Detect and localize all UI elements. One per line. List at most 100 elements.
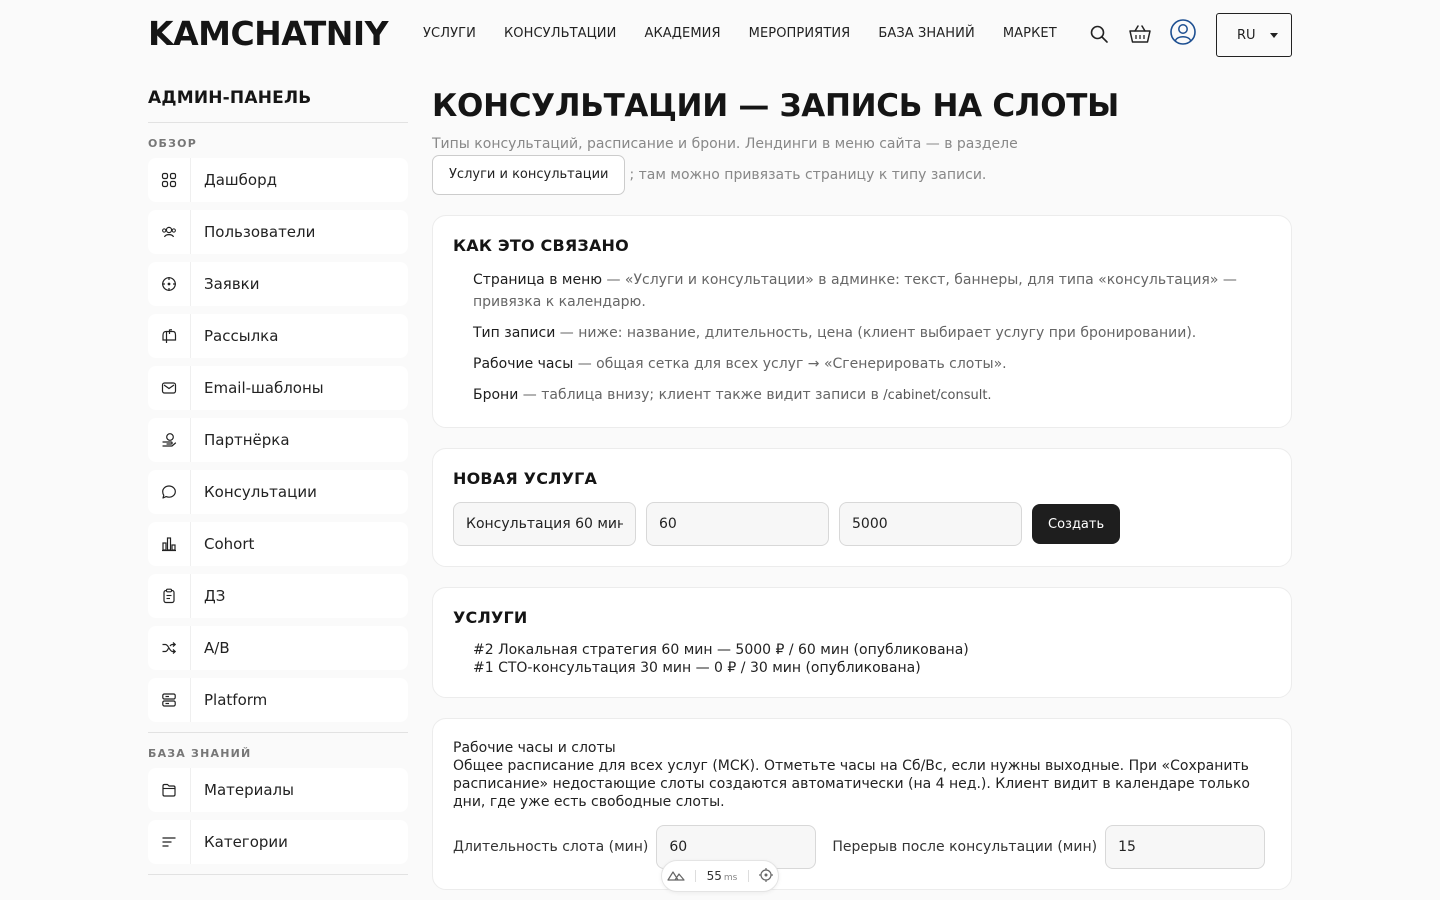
- how-text: — ниже: название, длительность, цена (кл…: [555, 325, 1197, 341]
- sidebar-item-label: Platform: [204, 691, 268, 709]
- target-icon: [148, 262, 191, 306]
- how-item: Тип записи — ниже: название, длительност…: [473, 322, 1271, 344]
- intro-line-2: Услуги и консультации ; там можно привяз…: [432, 155, 1292, 195]
- service-price-input[interactable]: [839, 502, 1022, 546]
- cabinet-consult-path: /cabinet/consult.: [883, 388, 992, 403]
- sidebar-item-consultations[interactable]: Консультации: [148, 470, 408, 514]
- intro-line: Типы консультаций, расписание и брони. Л…: [432, 136, 1018, 152]
- render-time-unit: ms: [723, 873, 738, 883]
- coins-icon: [148, 418, 191, 462]
- sidebar-item-users[interactable]: Пользователи: [148, 210, 408, 254]
- sidebar-item-label: A/B: [204, 639, 230, 657]
- how-text: — таблица внизу; клиент также видит запи…: [518, 387, 884, 403]
- service-duration-input[interactable]: [646, 502, 829, 546]
- how-item: Страница в меню — «Услуги и консультации…: [473, 269, 1271, 313]
- sidebar-item-label: Материалы: [204, 781, 294, 799]
- sidebar-item-affiliate[interactable]: Партнёрка: [148, 418, 408, 462]
- sidebar-item-dashboard[interactable]: Дашборд: [148, 158, 408, 202]
- chat-icon: [148, 470, 191, 514]
- mailbox-icon: [148, 314, 191, 358]
- list-item: #1 СТО-консультация 30 мин — 0 ₽ / 30 ми…: [473, 660, 921, 676]
- render-time-value: 55: [706, 869, 722, 883]
- sidebar-item-requests[interactable]: Заявки: [148, 262, 408, 306]
- sidebar-item-label: Рассылка: [204, 327, 279, 345]
- clipboard-icon: [148, 574, 191, 618]
- nav-consultations[interactable]: КОНСУЛЬТАЦИИ: [504, 26, 617, 41]
- how-list: Страница в меню — «Услуги и консультации…: [453, 269, 1271, 407]
- hours-settings-row: Длительность слота (мин) Перерыв после к…: [453, 825, 1271, 869]
- service-name-input[interactable]: [453, 502, 636, 546]
- crosshair-icon[interactable]: [758, 867, 773, 885]
- how-it-works-card: КАК ЭТО СВЯЗАНО Страница в меню — «Услуг…: [432, 215, 1292, 428]
- sidebar-divider: [148, 732, 408, 733]
- how-item: Рабочие часы — общая сетка для всех услу…: [473, 353, 1271, 375]
- language-value: RU: [1237, 27, 1256, 43]
- sidebar-item-label: ДЗ: [204, 587, 226, 605]
- grid-icon: [148, 158, 191, 202]
- hours-title: Рабочие часы и слоты: [453, 740, 616, 756]
- dev-separator: [747, 870, 749, 882]
- site-header: KAMCHATNIY УСЛУГИ КОНСУЛЬТАЦИИ АКАДЕМИЯ …: [0, 0, 1440, 70]
- envelope-icon: [148, 366, 191, 410]
- shuffle-icon: [148, 626, 191, 670]
- list-item: #2 Локальная стратегия 60 мин — 5000 ₽ /…: [473, 642, 969, 658]
- services-title: УСЛУГИ: [453, 608, 528, 627]
- how-text: — общая сетка для всех услуг → «Сгенерир…: [573, 356, 1007, 372]
- main-content: КОНСУЛЬТАЦИИ — ЗАПИСЬ НА СЛОТЫ Типы конс…: [432, 86, 1292, 890]
- folder-icon: [148, 768, 191, 812]
- sidebar-item-label: Консультации: [204, 483, 317, 501]
- new-service-title: НОВАЯ УСЛУГА: [453, 469, 598, 488]
- sidebar-item-label: Email-шаблоны: [204, 379, 324, 397]
- site-logo[interactable]: KAMCHATNIY: [148, 14, 389, 53]
- new-service-form: Создать: [453, 502, 1271, 546]
- how-term: Страница в меню: [473, 272, 603, 288]
- chevron-down-icon: [1270, 33, 1278, 38]
- sidebar-item-label: Категории: [204, 833, 288, 851]
- sidebar-section-overview: ОБЗОР: [148, 137, 197, 150]
- sidebar-item-materials[interactable]: Материалы: [148, 768, 408, 812]
- intro-tail: ; там можно привязать страницу к типу за…: [629, 167, 987, 183]
- hours-description: Общее расписание для всех услуг (МСК). О…: [453, 758, 1250, 810]
- nav-events[interactable]: МЕРОПРИЯТИЯ: [749, 26, 851, 41]
- services-list: #2 Локальная стратегия 60 мин — 5000 ₽ /…: [453, 641, 1271, 677]
- sidebar-item-label: Заявки: [204, 275, 260, 293]
- nav-market[interactable]: МАРКЕТ: [1003, 26, 1057, 41]
- language-select[interactable]: RU: [1216, 13, 1292, 57]
- break-input[interactable]: [1105, 825, 1266, 869]
- sidebar-item-email-templates[interactable]: Email-шаблоны: [148, 366, 408, 410]
- sidebar-item-homework[interactable]: ДЗ: [148, 574, 408, 618]
- nav-academy[interactable]: АКАДЕМИЯ: [644, 26, 720, 41]
- search-icon[interactable]: [1085, 20, 1113, 48]
- nav-knowledge-base[interactable]: БАЗА ЗНАНИЙ: [878, 26, 975, 41]
- sidebar-item-ab[interactable]: A/B: [148, 626, 408, 670]
- server-icon: [148, 678, 191, 722]
- how-item: Брони — таблица внизу; клиент также види…: [473, 384, 1271, 407]
- nuxt-logo-icon[interactable]: [667, 869, 685, 884]
- sidebar-item-platform[interactable]: Platform: [148, 678, 408, 722]
- admin-sidebar: АДМИН-ПАНЕЛЬ ОБЗОР Дашборд Пользователи …: [148, 88, 408, 875]
- new-service-card: НОВАЯ УСЛУГА Создать: [432, 448, 1292, 567]
- cart-icon[interactable]: [1126, 20, 1154, 48]
- bar-chart-icon: [148, 522, 191, 566]
- user-icon[interactable]: [1169, 18, 1197, 46]
- list-icon: [148, 820, 191, 864]
- sidebar-item-label: Партнёрка: [204, 431, 290, 449]
- sidebar-item-categories[interactable]: Категории: [148, 820, 408, 864]
- main-nav: УСЛУГИ КОНСУЛЬТАЦИИ АКАДЕМИЯ МЕРОПРИЯТИЯ…: [423, 26, 1057, 41]
- sidebar-item-label: Cohort: [204, 535, 255, 553]
- services-card: УСЛУГИ #2 Локальная стратегия 60 мин — 5…: [432, 587, 1292, 698]
- dev-toolbar[interactable]: 55 ms: [661, 860, 779, 892]
- create-button[interactable]: Создать: [1032, 504, 1121, 544]
- sidebar-item-label: Дашборд: [204, 171, 277, 189]
- sidebar-item-mailing[interactable]: Рассылка: [148, 314, 408, 358]
- services-consultations-link[interactable]: Услуги и консультации: [432, 155, 626, 195]
- nav-services[interactable]: УСЛУГИ: [423, 26, 476, 41]
- sidebar-section-knowledge-base: БАЗА ЗНАНИЙ: [148, 747, 252, 760]
- how-term: Рабочие часы: [473, 356, 574, 372]
- how-term: Брони: [473, 387, 519, 403]
- how-term: Тип записи: [473, 325, 556, 341]
- working-hours-card: Рабочие часы и слоты Общее расписание дл…: [432, 718, 1292, 890]
- sidebar-item-cohort[interactable]: Cohort: [148, 522, 408, 566]
- users-icon: [148, 210, 191, 254]
- intro-text: Типы консультаций, расписание и брони. Л…: [432, 134, 1292, 195]
